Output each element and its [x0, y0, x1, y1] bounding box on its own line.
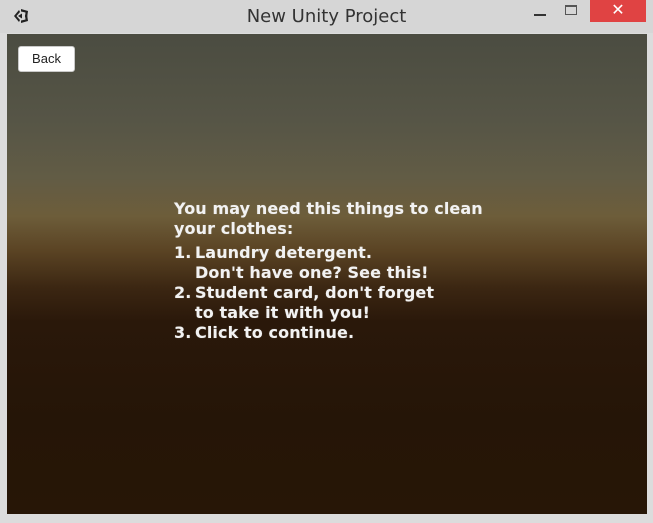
- intro-line: your clothes:: [174, 219, 294, 238]
- list-item: 2. Student card, don't forget to take it…: [174, 283, 494, 323]
- close-icon: ✕: [611, 2, 625, 19]
- instructions-text: You may need this things to clean your c…: [174, 199, 494, 343]
- list-item-text: Laundry detergent.: [195, 243, 373, 262]
- maximize-icon[interactable]: [558, 0, 586, 22]
- list-item-text: to take it with you!: [195, 303, 370, 322]
- window-title: New Unity Project: [246, 6, 407, 27]
- list-item: 3. Click to continue.: [174, 323, 494, 343]
- list-item-text: Click to continue.: [195, 323, 355, 342]
- back-button[interactable]: Back: [18, 46, 75, 72]
- close-button[interactable]: ✕: [590, 0, 646, 22]
- list-item-text: Don't have one? See this!: [195, 263, 429, 282]
- game-view[interactable]: Back You may need this things to clean y…: [7, 34, 647, 514]
- instructions-list: 1. Laundry detergent. Don't have one? Se…: [174, 243, 494, 343]
- minimize-icon[interactable]: [526, 0, 554, 22]
- list-item: 1. Laundry detergent. Don't have one? Se…: [174, 243, 494, 283]
- app-window: New Unity Project ✕ Back You may need th…: [0, 0, 653, 523]
- list-item-text: Student card, don't forget: [195, 283, 435, 302]
- intro-line: You may need this things to clean: [174, 199, 483, 218]
- title-bar[interactable]: New Unity Project ✕: [0, 0, 653, 33]
- list-item-number: 1.: [174, 243, 192, 262]
- list-item-number: 2.: [174, 283, 192, 302]
- list-item-number: 3.: [174, 323, 192, 342]
